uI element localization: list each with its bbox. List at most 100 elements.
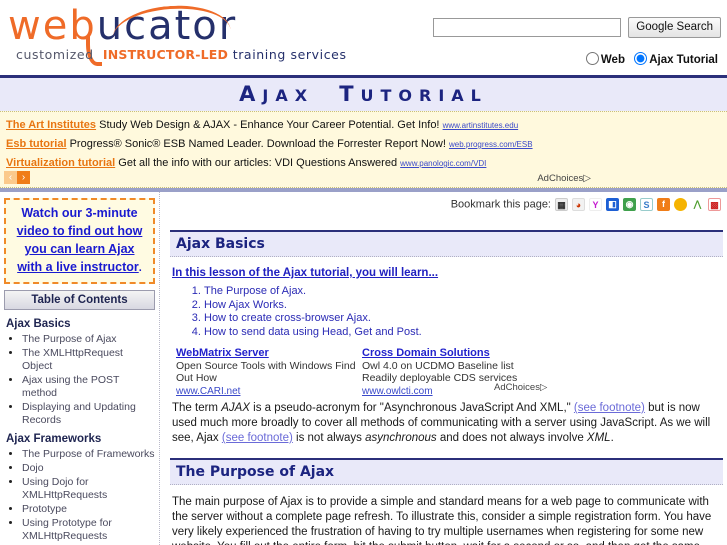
toc-section-heading: Ajax Frameworks [6, 433, 102, 445]
table-of-contents: Ajax Basics The Purpose of Ajax The XMLH… [4, 317, 155, 545]
ad-title-link[interactable]: WebMatrix Server [176, 347, 269, 359]
google-search-button[interactable]: Google Search [628, 17, 721, 38]
para-emphasis-ajax: AJAX [221, 402, 250, 414]
toc-link[interactable]: The XMLHttpRequest Object [22, 347, 123, 372]
list-item[interactable]: The Purpose of Ajax [22, 333, 155, 347]
reddit-icon[interactable]: ◕ [572, 198, 585, 211]
title-jax: JAX [262, 86, 315, 105]
page-body: Watch our 3-minute video to find out how… [0, 192, 727, 545]
technorati-icon[interactable]: ⋀ [691, 198, 704, 211]
para-text: . [610, 432, 614, 444]
radio-ajax-tutorial[interactable] [634, 52, 648, 65]
logo-tagline: customized INSTRUCTOR-LED training servi… [16, 47, 347, 62]
list-item[interactable]: The Purpose of Frameworks [22, 448, 155, 462]
promo-link-line-3[interactable]: you can learn Ajax [25, 242, 135, 256]
qr-code-icon[interactable]: ▩ [708, 198, 721, 211]
list-item: How to send data using Head, Get and Pos… [204, 326, 723, 340]
toc-link[interactable]: The Purpose of Ajax [22, 333, 117, 345]
table-of-contents-header: Table of Contents [4, 290, 155, 310]
ad-title-link[interactable]: The Art Institutes [6, 119, 96, 131]
page-title: AJAX TUTORIAL [0, 78, 727, 111]
list-item[interactable]: Displaying and Updating Records [22, 401, 155, 428]
footnote-link[interactable]: (see footnote) [574, 402, 645, 414]
toc-link[interactable]: Dojo [22, 462, 44, 474]
list-item[interactable]: Dojo [22, 462, 155, 476]
ad-url-link[interactable]: web.progress.com/ESB [449, 140, 533, 149]
top-ad-block: The Art Institutes Study Web Design & AJ… [0, 111, 727, 188]
facebook-icon[interactable]: f [657, 198, 670, 211]
radio-web-label: Web [600, 54, 625, 66]
lesson-objectives-header[interactable]: In this lesson of the Ajax tutorial, you… [172, 267, 438, 279]
bookmark-bar: Bookmark this page: ▦ ◕ Y ◧ ◉ Sf ⋀ ▩ [170, 198, 723, 218]
ad-text: Study Web Design & AJAX - Enhance Your C… [99, 119, 440, 131]
toc-link[interactable]: Ajax using the POST method [22, 374, 119, 399]
google-search-form[interactable]: Google Search [433, 17, 721, 38]
title-utorial: UTORIAL [360, 86, 488, 105]
list-item: How Ajax Works. [204, 299, 723, 313]
toc-section-list: The Purpose of Frameworks Dojo Using Doj… [8, 448, 155, 545]
toc-section-list: The Purpose of Ajax The XMLHttpRequest O… [8, 333, 155, 428]
logo-web: web [8, 3, 97, 49]
ad-title-link[interactable]: Virtualization tutorial [6, 157, 115, 169]
stumbleupon-icon[interactable]: ◉ [623, 198, 636, 211]
section-title-ajax-basics: Ajax Basics [170, 230, 723, 257]
ad-title-link[interactable]: Cross Domain Solutions [362, 347, 490, 359]
blinklist-icon[interactable] [674, 198, 687, 211]
promo-period: . [138, 262, 142, 274]
video-promo-box[interactable]: Watch our 3-minute video to find out how… [4, 198, 155, 284]
ad-text: Open Source Tools with Windows Find Out … [176, 359, 356, 385]
chevron-right-icon[interactable]: › [17, 171, 30, 184]
yahoo-buzz-icon[interactable]: Y [589, 198, 602, 211]
promo-link-line-2[interactable]: video to find out how [17, 224, 143, 238]
radio-web[interactable] [585, 52, 599, 65]
tagline-instructor-led: INSTRUCTOR-LED [102, 47, 229, 62]
tagline-training-services: training services [232, 47, 347, 62]
webucator-logo[interactable]: webucator customized INSTRUCTOR-LED trai… [8, 1, 346, 66]
para-emphasis-xml: XML [586, 432, 611, 444]
toc-section-heading: Ajax Basics [6, 318, 71, 330]
adchoices-inline[interactable]: AdChoices▷ [494, 382, 547, 393]
promo-link-line-4[interactable]: with a live instructor [17, 260, 139, 274]
simpy-icon[interactable]: S [640, 198, 653, 211]
list-item[interactable]: Using Prototype for XMLHttpRequests [22, 517, 155, 544]
adchoices-triangle-icon: ▷ [583, 173, 591, 184]
title-t: T [339, 82, 361, 106]
radio-ajax-tutorial-label: Ajax Tutorial [649, 54, 718, 66]
section-title-purpose-of-ajax: The Purpose of Ajax [170, 458, 723, 485]
sidebar: Watch our 3-minute video to find out how… [0, 192, 160, 545]
ad-url-link[interactable]: www.panologic.com/VDI [400, 159, 486, 168]
toc-link[interactable]: Displaying and Updating Records [22, 401, 136, 426]
toc-link[interactable]: Using Dojo for XMLHttpRequests [22, 476, 107, 501]
list-item[interactable]: Prototype [22, 503, 155, 517]
para-text: is a pseudo-acronym for "Asynchronous Ja… [249, 402, 574, 414]
para-text: is not always [292, 432, 366, 444]
toc-link[interactable]: Prototype [22, 503, 67, 515]
adchoices-label: AdChoices [537, 173, 584, 184]
ad-text: Get all the info with our articles: VDI … [118, 157, 398, 169]
adchoices-top[interactable]: AdChoices▷ [537, 173, 591, 184]
radio-option-site[interactable]: Ajax Tutorial [628, 52, 718, 66]
list-item[interactable]: Ajax using the POST method [22, 374, 155, 401]
radio-option-web[interactable]: Web [580, 52, 625, 66]
ad-text: Owl 4.0 on UCDMO Baseline list Readily d… [362, 359, 518, 385]
search-scope-radios[interactable]: Web Ajax Tutorial [580, 52, 718, 66]
ad-text: Progress® Sonic® ESB Named Leader. Downl… [69, 138, 446, 150]
tagline-customized: customized [16, 47, 94, 62]
list-item: How to create cross-browser Ajax. [204, 312, 723, 326]
footnote-link[interactable]: (see footnote) [222, 432, 293, 444]
ad-url-link[interactable]: www.artinstitutes.edu [443, 121, 519, 130]
chevron-left-icon[interactable]: ‹ [4, 171, 17, 184]
toc-link[interactable]: Using Prototype for XMLHttpRequests [22, 517, 112, 542]
list-item[interactable]: The XMLHttpRequest Object [22, 347, 155, 374]
ad-url-link[interactable]: www.owlcti.com [362, 386, 433, 397]
para-emphasis-async: asynchronous [365, 432, 437, 444]
para-text: The term [172, 402, 222, 414]
toc-link[interactable]: The Purpose of Frameworks [22, 448, 154, 460]
ad-title-link[interactable]: Esb tutorial [6, 138, 67, 150]
diigo-icon[interactable]: ◧ [606, 198, 619, 211]
search-input[interactable] [433, 18, 622, 37]
ad-carousel-nav[interactable]: ‹ › [4, 171, 30, 184]
ad-url-link[interactable]: www.CARI.net [176, 386, 240, 397]
delicious-icon[interactable]: ▦ [555, 198, 568, 211]
list-item[interactable]: Using Dojo for XMLHttpRequests [22, 476, 155, 503]
